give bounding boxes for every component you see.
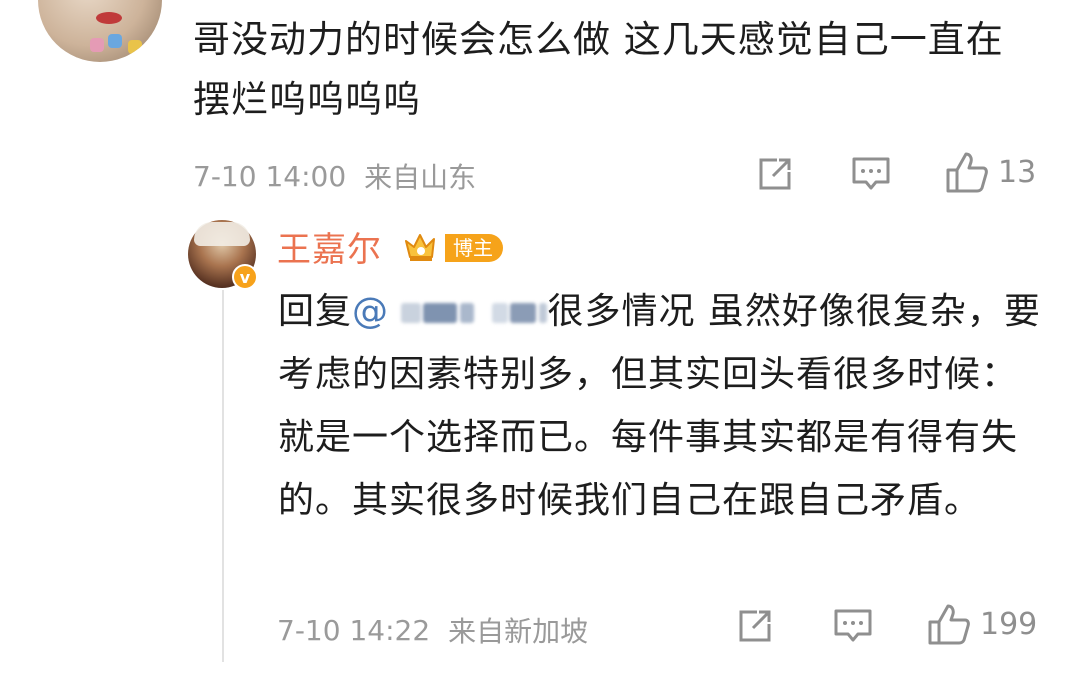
- avatar-hair: [194, 222, 250, 246]
- blogger-avatar[interactable]: v: [188, 220, 258, 290]
- comment-like-count: 13: [998, 154, 1037, 190]
- reply-text: 回复@ 很多情况 虽然好像很复杂，要考虑的因素特别多，但其实回头看很多时候：就是…: [278, 280, 1048, 532]
- reply-mention[interactable]: @: [352, 291, 548, 332]
- comment-time: 7-10 14:00: [193, 159, 347, 193]
- blurred-username: [423, 303, 458, 323]
- blurred-username: [401, 303, 422, 323]
- reply-prefix: 回复: [278, 291, 353, 332]
- crown-icon: [402, 229, 448, 265]
- share-icon: [735, 606, 775, 646]
- comment-text: 哥没动力的时候会怎么做 这几天感觉自己一直在摆烂呜呜呜呜: [193, 18, 1004, 121]
- reply-meta: 7-10 14:22 来自新加坡: [277, 610, 588, 650]
- comment-like-button[interactable]: 13: [944, 150, 1036, 194]
- mention-at: @: [352, 291, 390, 332]
- blogger-badge: 博主: [445, 234, 503, 262]
- blurred-username: [510, 303, 537, 323]
- comment-reply-button[interactable]: [850, 154, 892, 194]
- reply-comment-button[interactable]: [832, 606, 874, 646]
- commenter-avatar[interactable]: [38, 0, 162, 62]
- avatar-sticker: [108, 34, 122, 48]
- share-icon: [755, 154, 795, 194]
- reply-thread-line: [222, 290, 224, 662]
- like-icon: [926, 602, 972, 646]
- reply-like-button[interactable]: 199: [926, 602, 1037, 646]
- avatar-sticker: [90, 38, 104, 52]
- reply-like-count: 199: [980, 606, 1038, 642]
- comment-share-button[interactable]: [755, 154, 795, 194]
- reply-username[interactable]: 王嘉尔: [277, 222, 382, 271]
- blurred-username: [539, 303, 548, 323]
- comment-source: 来自山东: [364, 161, 477, 194]
- blurred-username: [492, 303, 509, 323]
- comment-icon: [850, 154, 892, 194]
- comment-meta: 7-10 14:00 来自山东: [193, 156, 476, 196]
- reply-time: 7-10 14:22: [277, 613, 431, 647]
- avatar-lips: [96, 12, 122, 24]
- like-icon: [944, 150, 990, 194]
- reply-source: 来自新加坡: [448, 615, 589, 648]
- verified-icon: v: [232, 264, 258, 290]
- avatar-sticker: [128, 40, 142, 54]
- blurred-username: [460, 303, 475, 323]
- comment-icon: [832, 606, 874, 646]
- reply-share-button[interactable]: [735, 606, 775, 646]
